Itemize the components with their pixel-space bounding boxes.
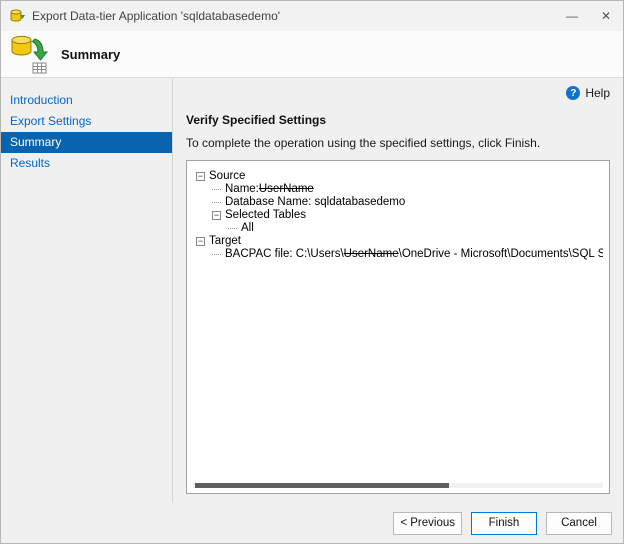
tree-label: Selected Tables: [225, 209, 306, 222]
sidebar-item-export-settings[interactable]: Export Settings: [1, 111, 172, 132]
tree-label: Database Name: sqldatabasedemo: [225, 196, 405, 209]
settings-summary-tree: − Source Name: UserName Database Name: s…: [186, 160, 610, 494]
sidebar-item-summary[interactable]: Summary: [1, 132, 172, 153]
scrollbar-thumb[interactable]: [195, 483, 449, 488]
help-link[interactable]: ? Help: [566, 86, 610, 100]
tree-row-all-tables[interactable]: All: [196, 222, 603, 235]
tree-label: Source: [209, 170, 245, 183]
verify-settings-heading: Verify Specified Settings: [186, 113, 610, 127]
collapse-icon[interactable]: −: [196, 172, 205, 181]
tree-connector: [212, 202, 221, 203]
tree-connector: [228, 228, 237, 229]
tree-label: \OneDrive - Microsoft\Documents\SQL Serv…: [399, 248, 603, 261]
previous-button[interactable]: < Previous: [393, 512, 462, 535]
sidebar-item-results[interactable]: Results: [1, 153, 172, 174]
finish-button[interactable]: Finish: [471, 512, 537, 535]
window-title: Export Data-tier Application 'sqldatabas…: [32, 9, 555, 23]
collapse-icon[interactable]: −: [212, 211, 221, 220]
tree-row-database-name[interactable]: Database Name: sqldatabasedemo: [196, 196, 603, 209]
wizard-steps-sidebar: Introduction Export Settings Summary Res…: [1, 78, 173, 503]
tree-row-name[interactable]: Name: UserName: [196, 183, 603, 196]
tree-label: Name:: [225, 183, 259, 196]
tree-connector: [212, 254, 221, 255]
tree-label: All: [241, 222, 254, 235]
tree-connector: [212, 189, 221, 190]
cancel-button[interactable]: Cancel: [546, 512, 612, 535]
tree-label-redacted: UserName: [344, 248, 399, 261]
export-data-tier-icon: [9, 33, 49, 75]
horizontal-scrollbar[interactable]: [193, 483, 603, 488]
summary-page: ? Help Verify Specified Settings To comp…: [173, 78, 623, 503]
help-icon: ?: [566, 86, 580, 100]
instruction-text: To complete the operation using the spec…: [186, 136, 610, 150]
wizard-footer: < Previous Finish Cancel: [1, 503, 623, 543]
help-label: Help: [585, 86, 610, 100]
tree-row-target[interactable]: − Target: [196, 235, 603, 248]
app-icon: [9, 8, 25, 24]
wizard-header: Summary: [1, 31, 623, 78]
tree-row-selected-tables[interactable]: − Selected Tables: [196, 209, 603, 222]
collapse-icon[interactable]: −: [196, 237, 205, 246]
tree-label: Target: [209, 235, 241, 248]
tree-label-redacted: UserName: [259, 183, 314, 196]
export-data-tier-dialog: Export Data-tier Application 'sqldatabas…: [0, 0, 624, 544]
wizard-body: Introduction Export Settings Summary Res…: [1, 78, 623, 503]
title-bar: Export Data-tier Application 'sqldatabas…: [1, 1, 623, 31]
tree-row-source[interactable]: − Source: [196, 170, 603, 183]
tree-row-bacpac-file[interactable]: BACPAC file: C:\Users\ UserName \OneDriv…: [196, 248, 603, 261]
close-button[interactable]: ✕: [589, 1, 623, 31]
page-title: Summary: [61, 47, 120, 62]
tree-label: BACPAC file: C:\Users\: [225, 248, 344, 261]
sidebar-item-introduction[interactable]: Introduction: [1, 90, 172, 111]
minimize-button[interactable]: —: [555, 1, 589, 31]
